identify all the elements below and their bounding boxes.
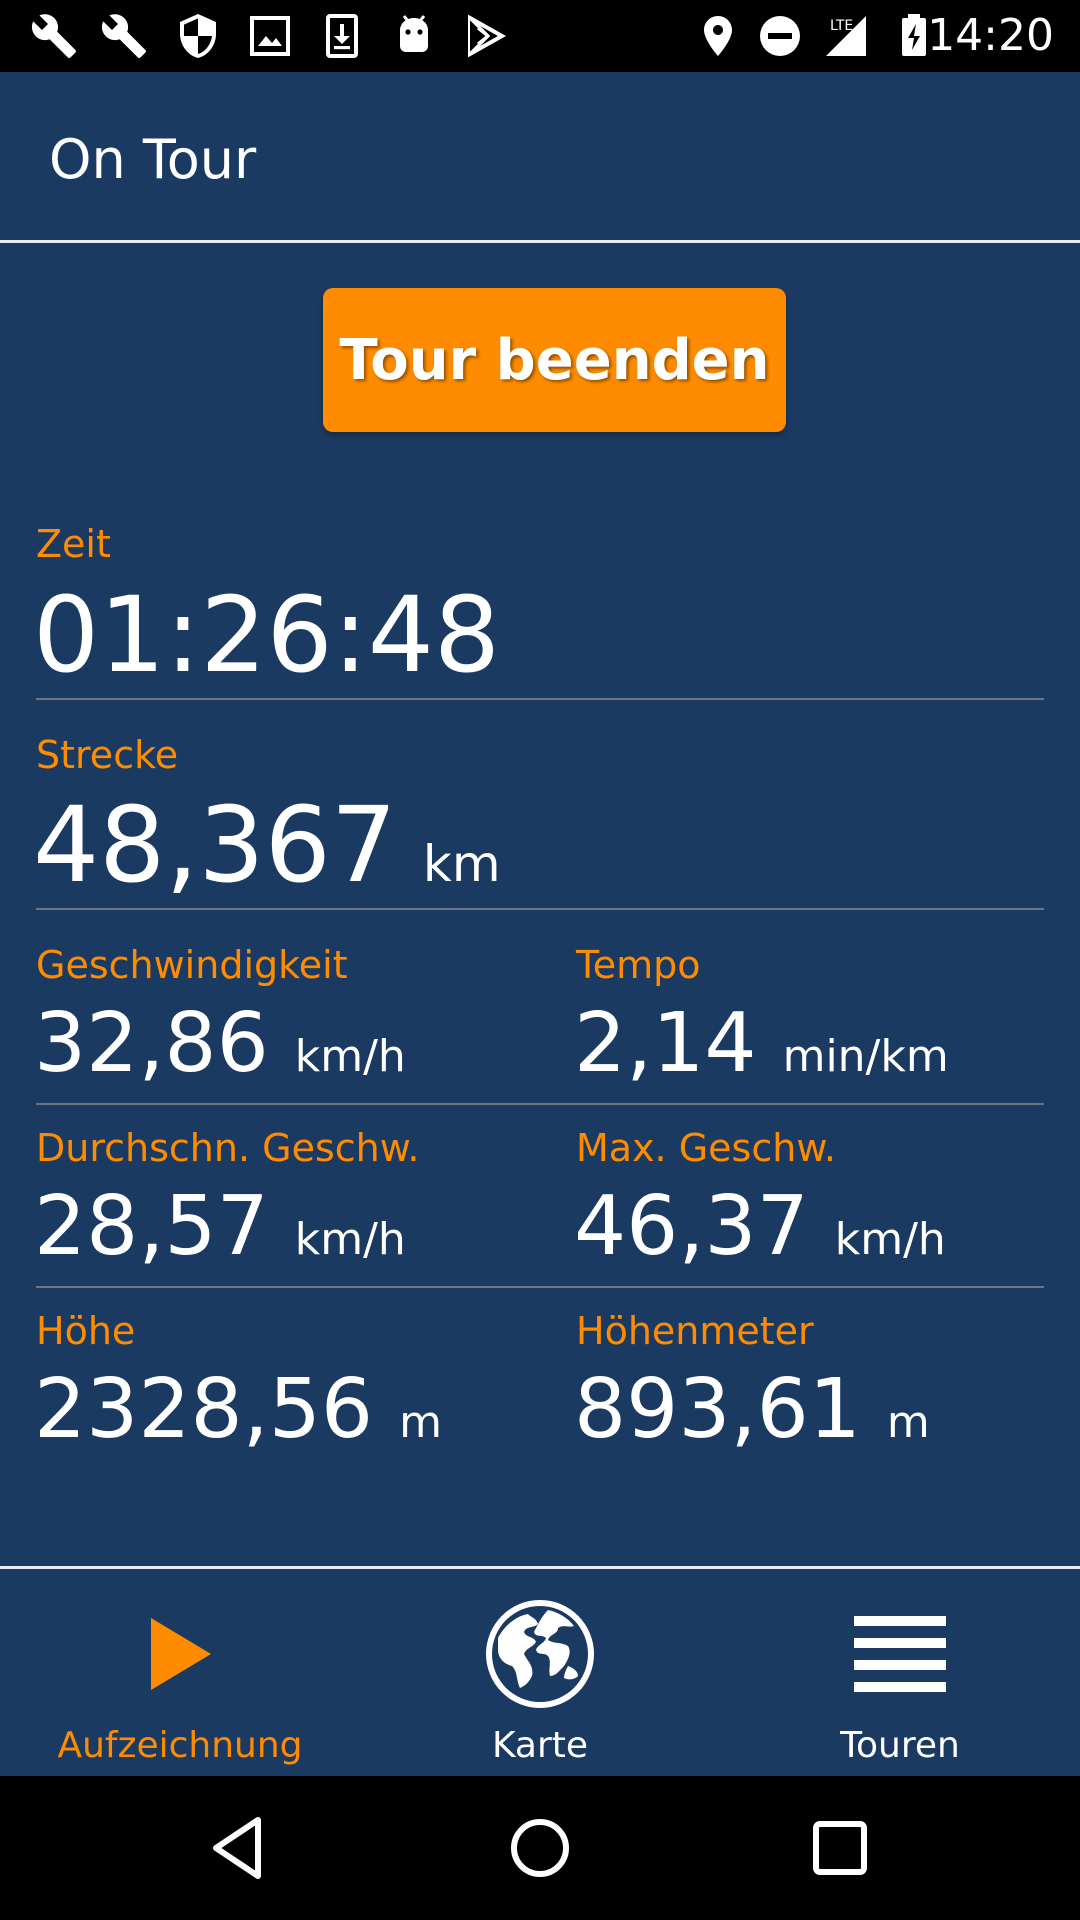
pace-label: Tempo <box>576 943 701 987</box>
end-tour-button[interactable]: Tour beenden <box>323 288 786 432</box>
wrench-icon <box>100 12 148 60</box>
do-not-disturb-icon <box>756 12 804 60</box>
speed-unit: km/h <box>294 1031 406 1082</box>
elevation-gain-number: 893,61 <box>574 1362 861 1457</box>
status-time: 14:20 <box>927 10 1054 61</box>
nav-label-recording: Aufzeichnung <box>57 1725 303 1766</box>
download-icon <box>318 12 366 60</box>
avg-speed-value: 28,57 km/h <box>34 1179 406 1274</box>
max-speed-value: 46,37 km/h <box>574 1179 946 1274</box>
home-icon[interactable] <box>500 1808 580 1888</box>
nav-item-map[interactable]: Karte <box>360 1569 720 1776</box>
back-icon[interactable] <box>200 1808 280 1888</box>
max-speed-unit: km/h <box>834 1214 946 1265</box>
play-icon <box>0 1595 360 1713</box>
elevation-gain-value: 893,61 m <box>574 1362 930 1457</box>
svg-text:LTE: LTE <box>830 18 853 34</box>
nav-item-recording[interactable]: Aufzeichnung <box>0 1569 360 1776</box>
top-divider <box>0 240 1080 243</box>
avg-speed-unit: km/h <box>294 1214 406 1265</box>
altitude-value: 2328,56 m <box>34 1362 442 1457</box>
recents-icon[interactable] <box>800 1808 880 1888</box>
avg-speed-label: Durchschn. Geschw. <box>36 1126 420 1170</box>
nav-item-tours[interactable]: Touren <box>720 1569 1080 1776</box>
row-divider <box>36 908 1044 910</box>
distance-number: 48,367 <box>33 784 397 906</box>
distance-unit: km <box>422 835 501 893</box>
distance-value: 48,367 km <box>33 784 501 906</box>
pace-number: 2,14 <box>574 996 757 1091</box>
speed-number: 32,86 <box>34 996 269 1091</box>
signal-icon: LTE <box>822 12 870 60</box>
bottom-nav: Aufzeichnung Karte Touren <box>0 1569 1080 1776</box>
max-speed-number: 46,37 <box>574 1179 809 1274</box>
wrench-icon <box>30 12 78 60</box>
altitude-unit: m <box>399 1397 442 1448</box>
screen: LTE 14:20 On Tour Tour beenden Zeit 01:2… <box>0 0 1080 1920</box>
elevation-gain-unit: m <box>886 1397 930 1448</box>
list-icon <box>720 1595 1080 1713</box>
avg-speed-number: 28,57 <box>34 1179 269 1274</box>
image-icon <box>246 12 294 60</box>
row-divider <box>36 1103 1044 1105</box>
status-bar: LTE 14:20 <box>0 0 1080 72</box>
altitude-label: Höhe <box>36 1309 136 1353</box>
location-icon <box>694 12 742 60</box>
row-divider <box>36 1286 1044 1288</box>
app-bar: On Tour <box>0 72 1080 240</box>
elevation-gain-label: Höhenmeter <box>576 1309 814 1353</box>
pace-value: 2,14 min/km <box>574 996 949 1091</box>
altitude-number: 2328,56 <box>34 1362 374 1457</box>
shield-icon <box>174 12 222 60</box>
time-value: 01:26:48 <box>33 574 500 696</box>
speed-label: Geschwindigkeit <box>36 943 348 987</box>
globe-icon <box>360 1595 720 1713</box>
system-nav-bar <box>0 1776 1080 1920</box>
distance-label: Strecke <box>36 733 179 777</box>
time-number: 01:26:48 <box>33 574 501 696</box>
nav-label-map: Karte <box>491 1725 589 1766</box>
max-speed-label: Max. Geschw. <box>576 1126 836 1170</box>
play-store-icon <box>462 12 510 60</box>
speed-value: 32,86 km/h <box>34 996 406 1091</box>
time-label: Zeit <box>36 522 111 566</box>
nav-label-tours: Touren <box>840 1725 960 1766</box>
pace-unit: min/km <box>782 1031 949 1082</box>
row-divider <box>36 698 1044 700</box>
android-icon <box>390 12 438 60</box>
page-title: On Tour <box>49 128 257 191</box>
